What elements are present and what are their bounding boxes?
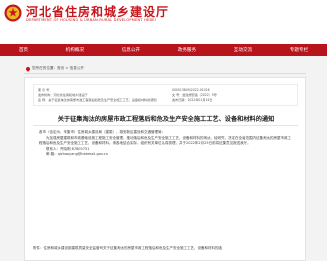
article-title: 关于征集淘汰的房屋市政工程落后和危及生产安全施工工艺、设备和材料的通知 xyxy=(57,116,275,123)
nav-item-topics[interactable]: 专题专栏 xyxy=(290,47,308,53)
title-divider xyxy=(33,125,298,126)
location-pin-icon xyxy=(25,65,31,72)
article-card: 索 引 号： 发布机构：河北省住房和城乡建设厅 名 称：关于征集淘汰的房屋市政工… xyxy=(24,77,306,261)
article-paragraph: 为加强房屋建筑和市政基础设施工程施工安全管理，推动落后和危及生产安全施工工艺、设… xyxy=(39,135,291,146)
meta-date: 发布日期：2022年01月14日 xyxy=(172,98,213,102)
site-header: 河北省住房和城乡建设厅 DEPARTMENT OF HOUSING & URBA… xyxy=(0,0,327,44)
breadcrumb: 您所在的位置：首页 > 信息公开 xyxy=(25,65,84,72)
national-emblem-icon xyxy=(4,4,22,22)
nav-item-interaction[interactable]: 互动交流 xyxy=(234,47,252,53)
meta-name: 名 称：关于征集淘汰的房屋市政工程落后和危及生产安全施工工艺、设备和材料的通知 xyxy=(38,98,157,102)
nav-item-services[interactable]: 政务服务 xyxy=(178,47,196,53)
breadcrumb-text[interactable]: 您所在的位置：首页 > 信息公开 xyxy=(32,66,84,71)
nav-item-home[interactable]: 首页 xyxy=(19,47,28,53)
article-attachment-link[interactable]: 附件：住房和城乡建设部建筑质量安全监管司关于征集淘汰的房屋市政工程落后和危及生产… xyxy=(33,246,298,251)
article-email[interactable]: 邮 箱：qizhaoyang@hebmail.gov.cn xyxy=(39,152,291,158)
document-meta-box: 索 引 号： 发布机构：河北省住房和城乡建设厅 名 称：关于征集淘汰的房屋市政工… xyxy=(33,84,298,106)
nav-item-info[interactable]: 信息公开 xyxy=(122,47,140,53)
meta-right-column: 000013849/2022-01016 文 号：冀建质安函〔2022〕5号 发… xyxy=(172,88,217,103)
site-subtitle: DEPARTMENT OF HOUSING & URBAN-RURAL DEVE… xyxy=(26,18,156,22)
nav-item-about[interactable]: 机构概况 xyxy=(66,47,84,53)
article-body: 各市（含定州、辛集市）住房城乡建设局（建委），雄安新区建设和交通管理局： 为加强… xyxy=(39,130,291,158)
main-nav: 首页 机构概况 信息公开 政务服务 互动交流 专题专栏 xyxy=(0,44,327,56)
breadcrumb-divider xyxy=(24,73,306,74)
meta-left-column: 索 引 号： 发布机构：河北省住房和城乡建设厅 名 称：关于征集淘汰的房屋市政工… xyxy=(38,88,157,103)
